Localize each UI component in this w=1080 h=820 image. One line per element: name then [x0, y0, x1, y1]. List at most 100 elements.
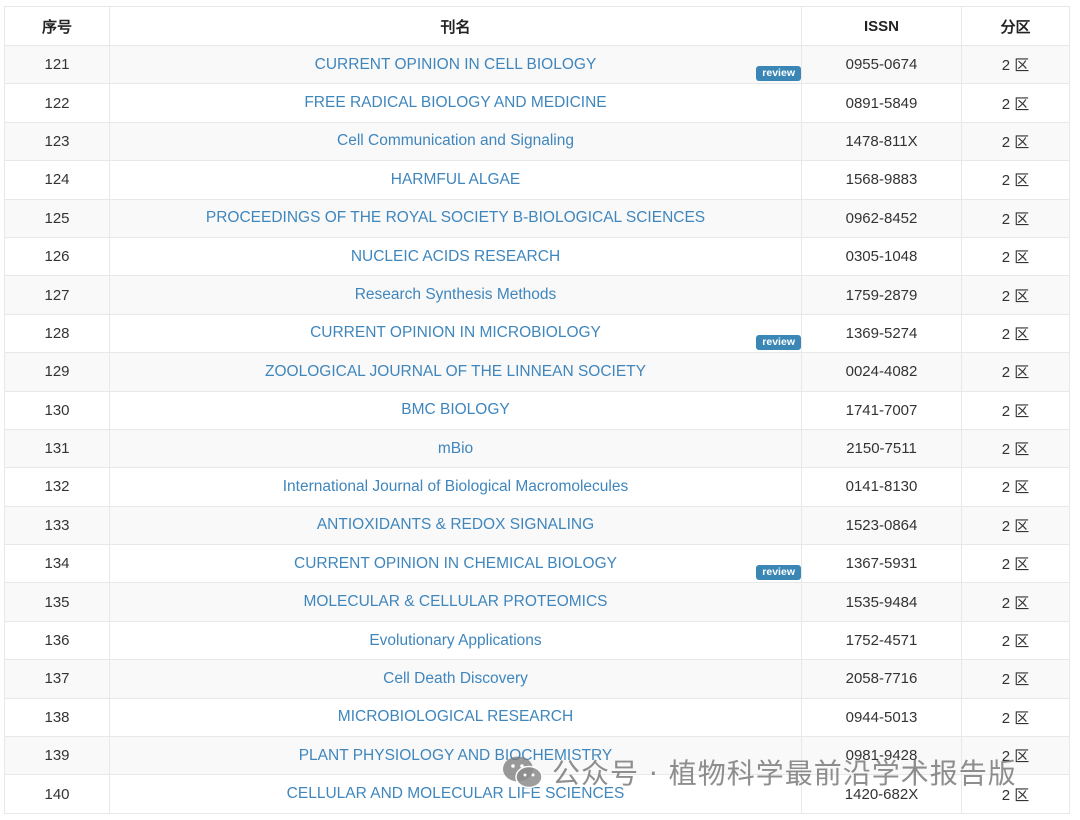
table-row: 139 PLANT PHYSIOLOGY AND BIOCHEMISTRY 0981…: [4, 736, 1070, 776]
row-zone: 2 区: [961, 697, 1070, 738]
table-row: 127 Research Synthesis Methods 1759-2879 2 …: [4, 275, 1070, 315]
row-zone: 2 区: [961, 275, 1070, 315]
journal-link[interactable]: MOLECULAR & CELLULAR PROTEOMICS: [303, 593, 607, 610]
row-index: 123: [4, 121, 110, 162]
journal-name-cell: ZOOLOGICAL JOURNAL OF THE LINNEAN SOCIET…: [109, 352, 802, 392]
journal-link[interactable]: Research Synthesis Methods: [355, 286, 557, 303]
row-index: 122: [4, 83, 110, 123]
journal-link[interactable]: Cell Death Discovery: [383, 670, 528, 687]
row-zone: 2 区: [961, 198, 1070, 238]
table-row: 128 CURRENT OPINION IN MICROBIOLOGY review…: [4, 313, 1070, 354]
row-issn: 1367-5931: [801, 544, 962, 584]
journal-link[interactable]: MICROBIOLOGICAL RESEARCH: [338, 708, 573, 725]
journal-link[interactable]: NUCLEIC ACIDS RESEARCH: [351, 248, 560, 265]
row-issn: 1568-9883: [801, 160, 962, 200]
row-zone: 2 区: [961, 44, 1070, 85]
journal-link[interactable]: CURRENT OPINION IN MICROBIOLOGY: [310, 324, 601, 341]
journal-name-cell: MOLECULAR & CELLULAR PROTEOMICS: [109, 582, 802, 622]
row-index: 132: [4, 467, 110, 507]
row-zone: 2 区: [961, 736, 1070, 776]
journal-name-cell: CELLULAR AND MOLECULAR LIFE SCIENCES: [109, 774, 802, 814]
header-issn: ISSN: [801, 6, 962, 46]
row-zone: 2 区: [961, 313, 1070, 354]
journal-name-cell: PROCEEDINGS OF THE ROYAL SOCIETY B-BIOLO…: [109, 198, 802, 238]
table-row: 126 NUCLEIC ACIDS RESEARCH 0305-1048 2 区: [4, 236, 1070, 277]
table-row: 137 Cell Death Discovery 2058-7716 2 区: [4, 659, 1070, 699]
row-index: 129: [4, 352, 110, 392]
row-zone: 2 区: [961, 505, 1070, 546]
journal-name-cell: Cell Communication and Signaling: [109, 121, 802, 162]
table-row: 131 mBio 2150-7511 2 区: [4, 428, 1070, 469]
header-zone: 分区: [961, 6, 1070, 46]
row-zone: 2 区: [961, 160, 1070, 200]
table-row: 122 FREE RADICAL BIOLOGY AND MEDICINE 0891…: [4, 83, 1070, 123]
row-zone: 2 区: [961, 774, 1070, 814]
table-row: 123 Cell Communication and Signaling 1478-…: [4, 121, 1070, 162]
journal-link[interactable]: CURRENT OPINION IN CELL BIOLOGY: [315, 56, 597, 73]
row-issn: 1369-5274: [801, 313, 962, 354]
journal-name-cell: International Journal of Biological Macr…: [109, 467, 802, 507]
row-index: 136: [4, 620, 110, 661]
journal-link[interactable]: CELLULAR AND MOLECULAR LIFE SCIENCES: [287, 785, 625, 802]
header-index: 序号: [4, 6, 110, 46]
row-issn: 0141-8130: [801, 467, 962, 507]
journal-name-cell: ANTIOXIDANTS & REDOX SIGNALING: [109, 505, 802, 546]
journal-name-cell: CURRENT OPINION IN CELL BIOLOGY review: [109, 44, 802, 85]
table-row: 121 CURRENT OPINION IN CELL BIOLOGY review…: [4, 44, 1070, 85]
journal-link[interactable]: FREE RADICAL BIOLOGY AND MEDICINE: [304, 94, 606, 111]
table-row: 124 HARMFUL ALGAE 1568-9883 2 区: [4, 160, 1070, 200]
row-issn: 0305-1048: [801, 236, 962, 277]
journal-name-cell: Research Synthesis Methods: [109, 275, 802, 315]
row-zone: 2 区: [961, 352, 1070, 392]
journal-link[interactable]: ZOOLOGICAL JOURNAL OF THE LINNEAN SOCIET…: [265, 363, 646, 380]
table-row: 135 MOLECULAR & CELLULAR PROTEOMICS 1535-9…: [4, 582, 1070, 622]
journal-table: 序号 刊名 ISSN 分区 121 CURRENT OPINION IN CELL…: [4, 6, 1070, 814]
review-badge: review: [756, 66, 801, 81]
journal-link[interactable]: HARMFUL ALGAE: [391, 171, 521, 188]
row-index: 140: [4, 774, 110, 814]
journal-link[interactable]: Cell Communication and Signaling: [337, 132, 574, 149]
row-issn: 1752-4571: [801, 620, 962, 661]
row-zone: 2 区: [961, 390, 1070, 430]
row-index: 137: [4, 659, 110, 699]
table-row: 125 PROCEEDINGS OF THE ROYAL SOCIETY B-BI…: [4, 198, 1070, 238]
row-issn: 1535-9484: [801, 582, 962, 622]
row-index: 134: [4, 544, 110, 584]
row-issn: 1759-2879: [801, 275, 962, 315]
row-zone: 2 区: [961, 83, 1070, 123]
row-zone: 2 区: [961, 428, 1070, 469]
journal-link[interactable]: PROCEEDINGS OF THE ROYAL SOCIETY B-BIOLO…: [206, 209, 705, 226]
row-issn: 0944-5013: [801, 697, 962, 738]
table-row: 132 International Journal of Biological M…: [4, 467, 1070, 507]
journal-link[interactable]: CURRENT OPINION IN CHEMICAL BIOLOGY: [294, 555, 617, 572]
row-zone: 2 区: [961, 121, 1070, 162]
table-row: 140 CELLULAR AND MOLECULAR LIFE SCIENCES 1…: [4, 774, 1070, 814]
review-badge: review: [756, 334, 801, 350]
journal-link[interactable]: PLANT PHYSIOLOGY AND BIOCHEMISTRY: [299, 747, 613, 764]
row-index: 126: [4, 236, 110, 277]
row-index: 128: [4, 313, 110, 354]
journal-name-cell: Evolutionary Applications: [109, 620, 802, 661]
row-issn: 0955-0674: [801, 44, 962, 85]
journal-link[interactable]: ANTIOXIDANTS & REDOX SIGNALING: [317, 516, 594, 533]
row-issn: 2058-7716: [801, 659, 962, 699]
table-header-row: 序号 刊名 ISSN 分区: [4, 6, 1070, 46]
row-index: 138: [4, 697, 110, 738]
table-row: 138 MICROBIOLOGICAL RESEARCH 0944-5013 2 区: [4, 697, 1070, 738]
journal-link[interactable]: International Journal of Biological Macr…: [283, 478, 629, 495]
header-name: 刊名: [109, 6, 802, 46]
row-index: 125: [4, 198, 110, 238]
journal-name-cell: FREE RADICAL BIOLOGY AND MEDICINE: [109, 83, 802, 123]
row-index: 124: [4, 160, 110, 200]
row-index: 139: [4, 736, 110, 776]
row-issn: 0891-5849: [801, 83, 962, 123]
row-zone: 2 区: [961, 467, 1070, 507]
row-issn: 0981-9428: [801, 736, 962, 776]
journal-link[interactable]: Evolutionary Applications: [369, 632, 541, 649]
journal-link[interactable]: mBio: [438, 440, 473, 457]
journal-name-cell: HARMFUL ALGAE: [109, 160, 802, 200]
row-zone: 2 区: [961, 582, 1070, 622]
journal-link[interactable]: BMC BIOLOGY: [401, 401, 510, 418]
row-index: 127: [4, 275, 110, 315]
row-zone: 2 区: [961, 620, 1070, 661]
